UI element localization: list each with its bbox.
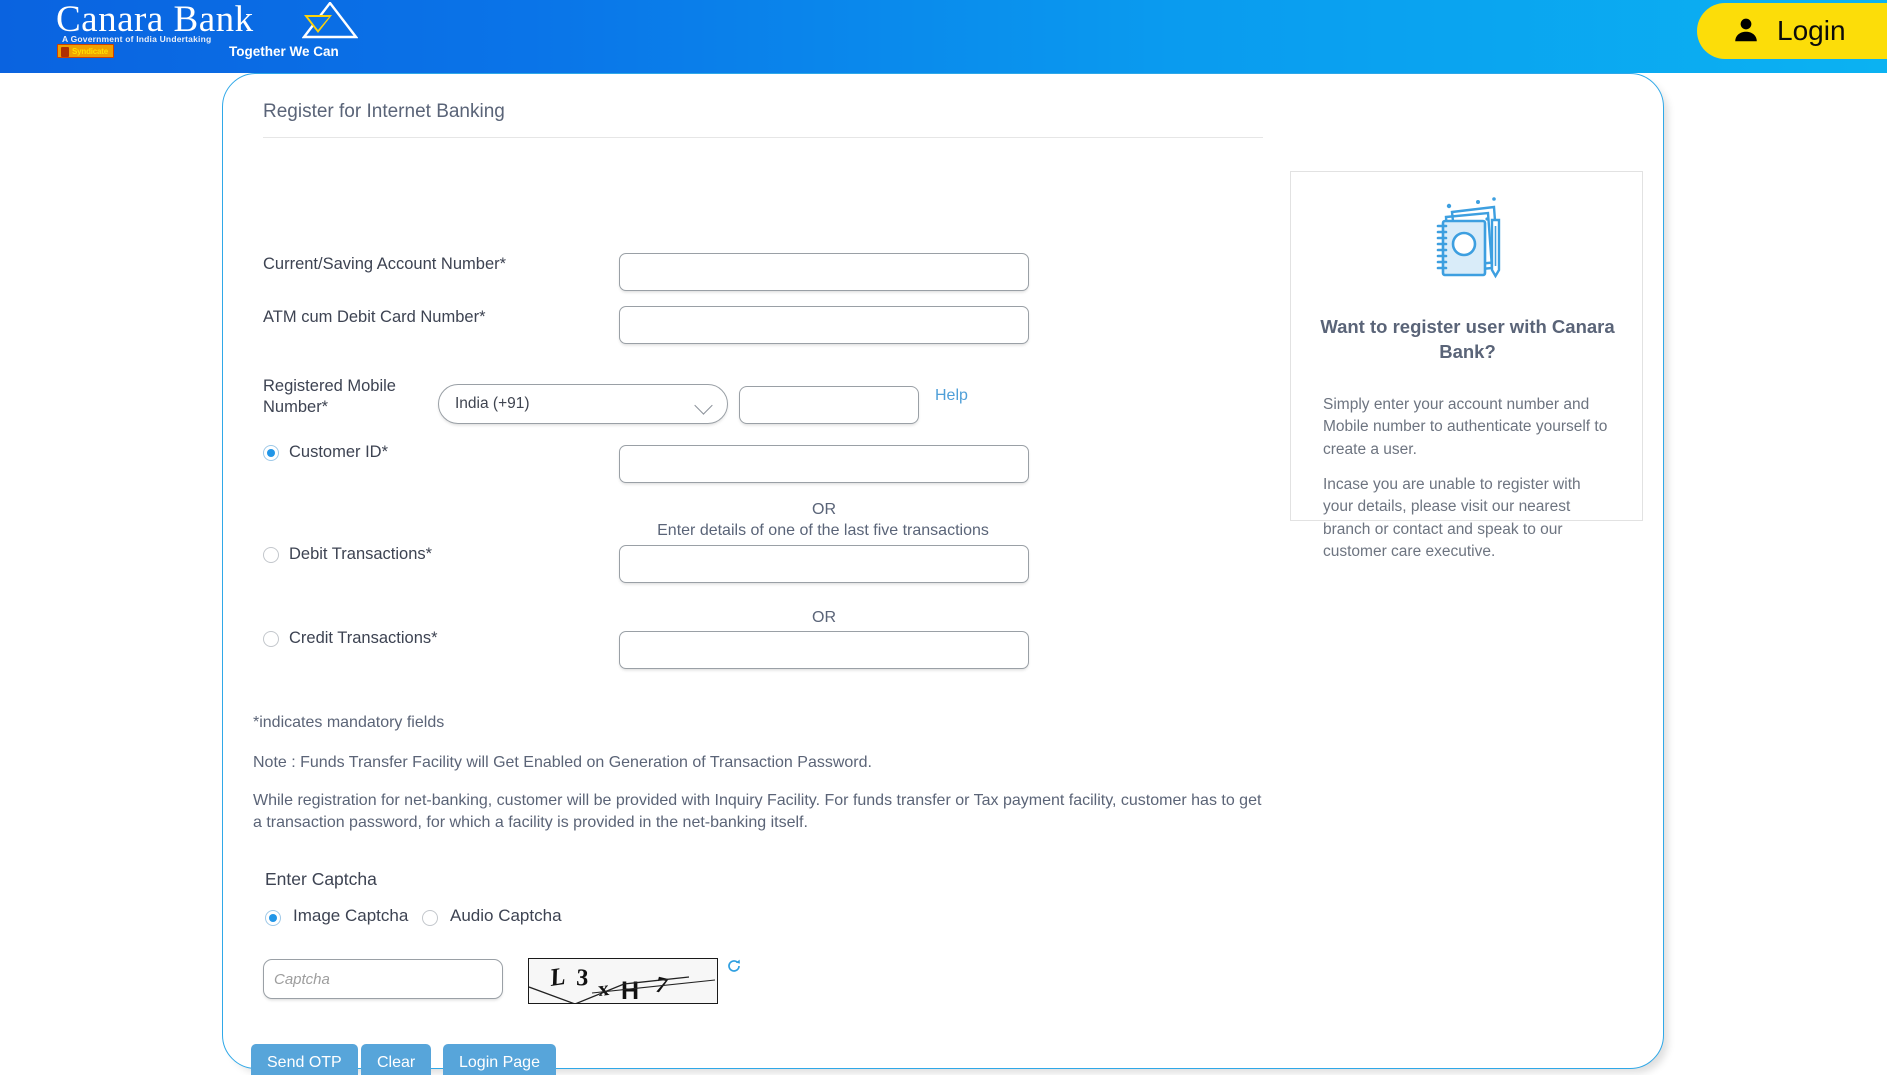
or-separator-1: OR bbox=[812, 501, 836, 518]
customer-id-label: Customer ID* bbox=[289, 443, 389, 461]
title-divider bbox=[263, 137, 1263, 138]
person-icon bbox=[1731, 15, 1761, 48]
brand-tagline: A Government of India Undertaking bbox=[62, 34, 212, 44]
or-separator-2: OR bbox=[812, 609, 836, 626]
account-number-input[interactable] bbox=[619, 253, 1029, 291]
mobile-number-input[interactable] bbox=[739, 386, 919, 424]
image-captcha-label: Image Captcha bbox=[293, 906, 409, 925]
country-code-value: India (+91) bbox=[455, 395, 530, 412]
account-number-label: Current/Saving Account Number* bbox=[263, 255, 507, 273]
radio-debit-transactions[interactable] bbox=[263, 547, 279, 563]
login-button[interactable]: Login bbox=[1697, 3, 1887, 59]
credit-transactions-label: Credit Transactions* bbox=[289, 629, 438, 647]
debit-card-number-label: ATM cum Debit Card Number* bbox=[263, 308, 486, 326]
side-panel-paragraph-1: Simply enter your account number and Mob… bbox=[1323, 396, 1608, 458]
brand-motto: Together We Can bbox=[229, 44, 339, 59]
captcha-image: L 3 x H 7 bbox=[528, 958, 718, 1004]
svg-text:H: H bbox=[621, 977, 639, 1004]
canara-arrow-logo-icon bbox=[301, 1, 359, 40]
syndicate-badge: Syndicate bbox=[57, 44, 114, 58]
notebook-pencil-icon bbox=[1426, 196, 1508, 295]
audio-captcha-label: Audio Captcha bbox=[450, 906, 562, 925]
register-info-panel: Want to register user with Canara Bank? … bbox=[1290, 171, 1643, 560]
mobile-number-label: Registered Mobile Number* bbox=[263, 377, 396, 417]
refresh-icon[interactable] bbox=[726, 958, 742, 974]
captcha-input[interactable] bbox=[263, 959, 503, 999]
svg-text:3: 3 bbox=[576, 965, 589, 992]
captcha-heading: Enter Captcha bbox=[265, 869, 377, 889]
funds-transfer-note: Note : Funds Transfer Facility will Get … bbox=[253, 754, 872, 771]
side-panel-title: Want to register user with Canara Bank? bbox=[1320, 316, 1615, 362]
radio-audio-captcha[interactable] bbox=[422, 910, 438, 926]
debit-card-number-input[interactable] bbox=[619, 306, 1029, 344]
side-panel-paragraph-2: Incase you are unable to register with y… bbox=[1323, 476, 1581, 561]
customer-id-input[interactable] bbox=[619, 445, 1029, 483]
registration-info-paragraph: While registration for net-banking, cust… bbox=[253, 792, 1262, 832]
credit-transactions-input[interactable] bbox=[619, 631, 1029, 669]
debit-transactions-label: Debit Transactions* bbox=[289, 545, 433, 563]
page-title: Register for Internet Banking bbox=[263, 101, 505, 122]
page-canvas: Register for Internet Banking Current/Sa… bbox=[0, 73, 1887, 1075]
radio-image-captcha[interactable] bbox=[265, 910, 281, 926]
country-code-select[interactable]: India (+91) bbox=[438, 384, 728, 424]
debit-transactions-input[interactable] bbox=[619, 545, 1029, 583]
login-label: Login bbox=[1777, 15, 1846, 46]
help-link[interactable]: Help bbox=[935, 387, 968, 405]
send-otp-button[interactable]: Send OTP bbox=[251, 1044, 358, 1075]
mandatory-fields-note: *indicates mandatory fields bbox=[253, 714, 445, 731]
brand-logo[interactable]: Canara Bank A Government of India Undert… bbox=[24, 0, 374, 60]
site-header: Canara Bank A Government of India Undert… bbox=[0, 0, 1887, 73]
transactions-hint: Enter details of one of the last five tr… bbox=[657, 522, 989, 539]
radio-credit-transactions[interactable] bbox=[263, 631, 279, 647]
clear-button[interactable]: Clear bbox=[361, 1044, 432, 1075]
radio-customer-id[interactable] bbox=[263, 445, 279, 461]
login-page-button[interactable]: Login Page bbox=[443, 1044, 556, 1075]
